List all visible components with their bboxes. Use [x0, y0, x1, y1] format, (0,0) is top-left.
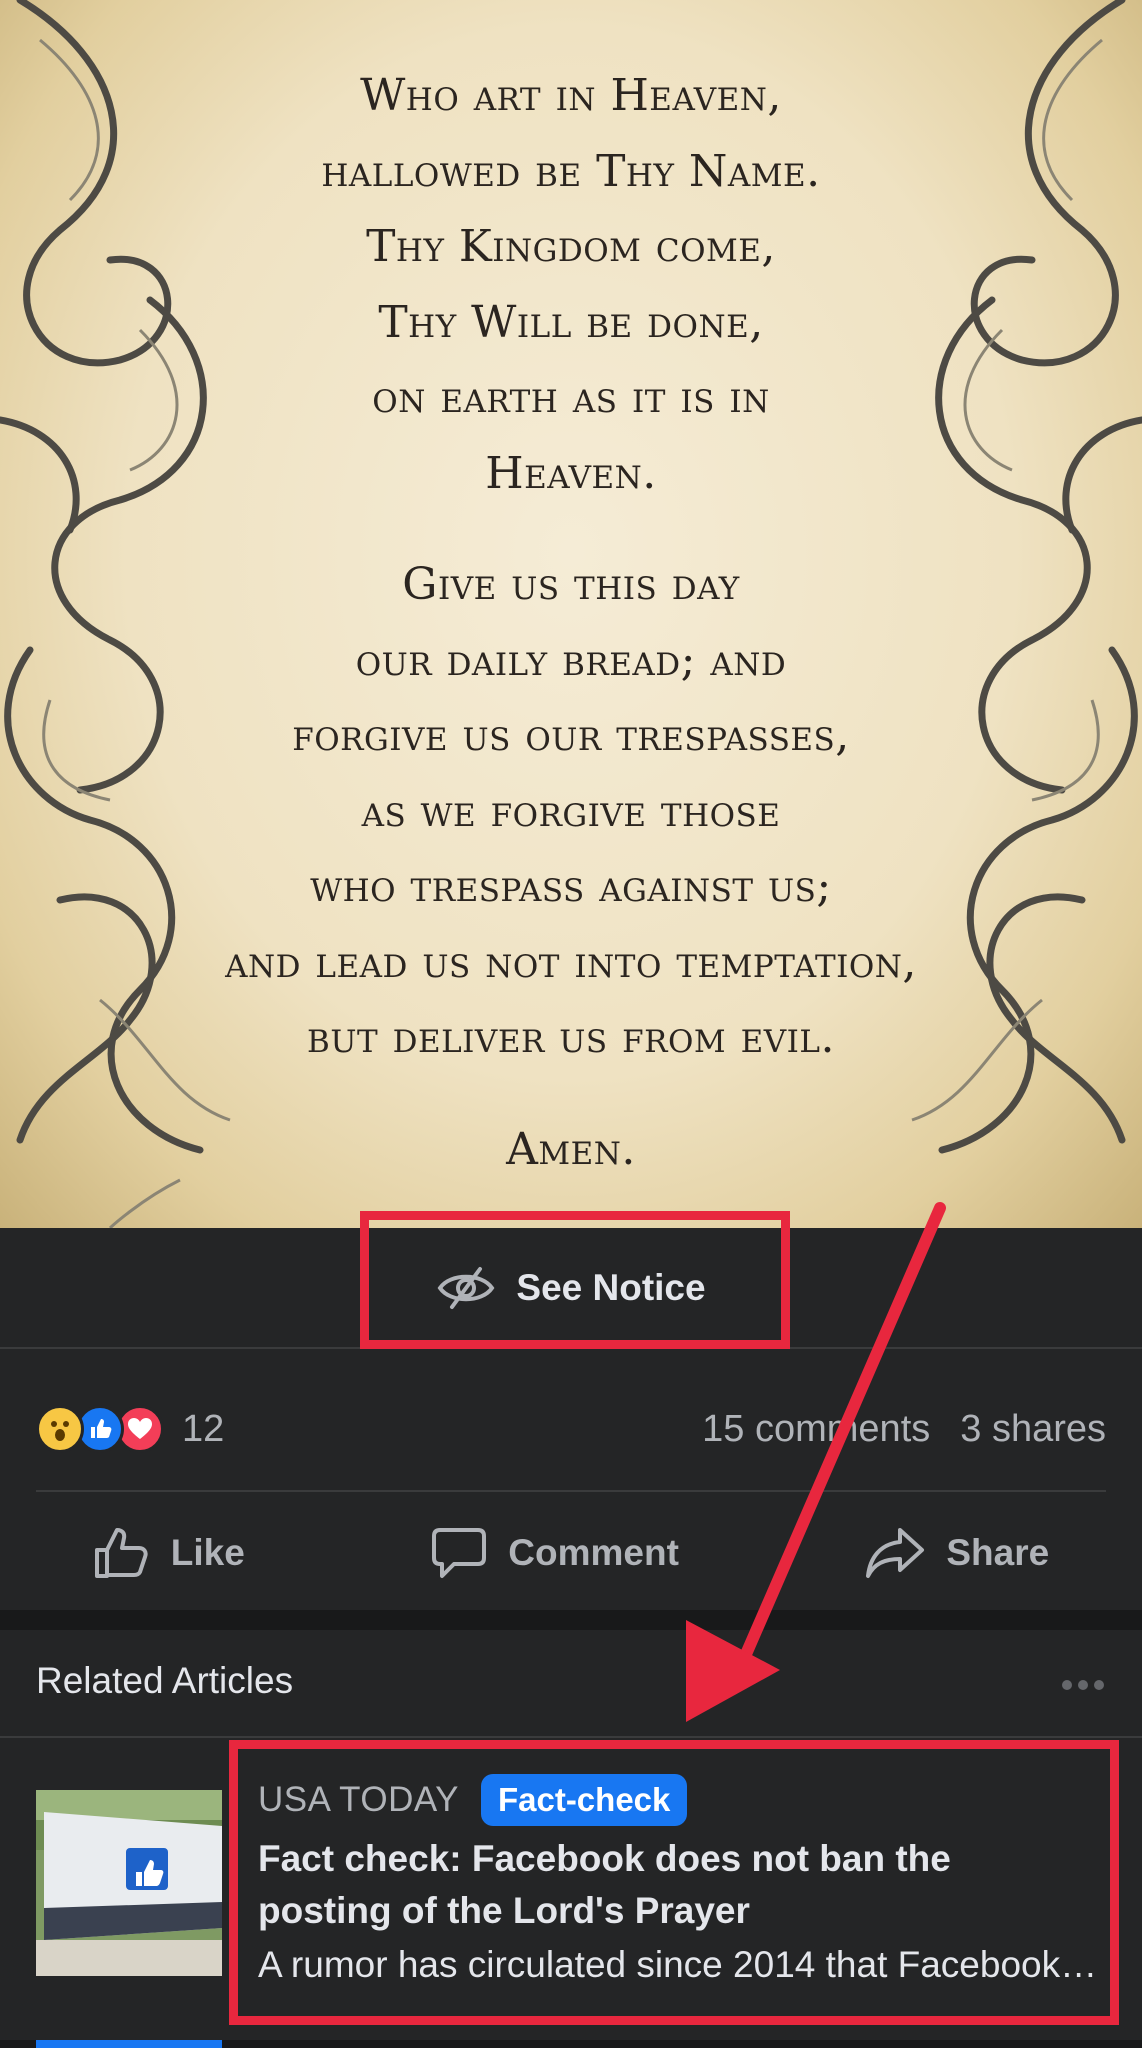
prayer-line: Give us this day: [402, 559, 740, 610]
reactions-summary[interactable]: 12: [36, 1405, 224, 1453]
facebook-sign-image: [36, 1790, 222, 1976]
prayer-line: Who art in Heaven,: [360, 70, 782, 121]
shares-count[interactable]: 3 shares: [960, 1408, 1106, 1451]
prayer-line: who trespass against us;: [310, 861, 832, 912]
more-options-icon[interactable]: [1062, 1680, 1104, 1690]
prayer-amen: Amen.: [506, 1123, 636, 1175]
reaction-count: 12: [182, 1407, 225, 1450]
share-button[interactable]: Share: [864, 1526, 1049, 1580]
prayer-line: hallowed be Thy Name.: [321, 145, 821, 197]
bottom-strip: [0, 2040, 1142, 2048]
post-actions: Like Comment Share: [0, 1500, 1142, 1605]
prayer-line: as we forgive those: [361, 785, 781, 837]
prayer-line: Thy Kingdom come,: [366, 221, 776, 272]
comments-count[interactable]: 15 comments: [702, 1408, 930, 1451]
comment-label: Comment: [508, 1531, 679, 1573]
comment-button[interactable]: Comment: [430, 1526, 679, 1580]
thumbs-up-icon: [94, 1527, 148, 1578]
share-arrow-icon: [866, 1527, 925, 1578]
post-image[interactable]: Who art in Heaven, hallowed be Thy Name.…: [0, 0, 1142, 1228]
prayer-line: our daily bread; and: [355, 634, 787, 686]
divider: [36, 1490, 1106, 1492]
highlight-box-notice: [360, 1211, 790, 1349]
post-stats: 15 comments 3 shares: [702, 1408, 1106, 1451]
like-label: Like: [170, 1531, 245, 1573]
prayer-line: but deliver us from evil.: [307, 1012, 835, 1063]
related-articles-title: Related Articles: [36, 1660, 294, 1701]
prayer-line: on earth as it is in: [372, 372, 770, 423]
highlight-box-article: [229, 1740, 1119, 2025]
divider: [0, 1736, 1142, 1738]
bottom-indicator: [36, 2040, 222, 2048]
prayer-line: Heaven.: [485, 447, 657, 499]
wow-reaction-icon: [36, 1405, 84, 1453]
section-separator: [0, 1610, 1142, 1630]
prayer-line: Thy Will be done,: [378, 296, 764, 348]
prayer-text: Who art in Heaven, hallowed be Thy Name.…: [150, 58, 992, 1187]
like-button[interactable]: Like: [93, 1526, 245, 1580]
comment-icon: [432, 1527, 487, 1578]
article-thumbnail[interactable]: [36, 1790, 222, 1976]
share-label: Share: [946, 1531, 1050, 1573]
prayer-line: and lead us not into temptation,: [225, 936, 917, 988]
prayer-line: forgive us our trespasses,: [292, 710, 850, 761]
